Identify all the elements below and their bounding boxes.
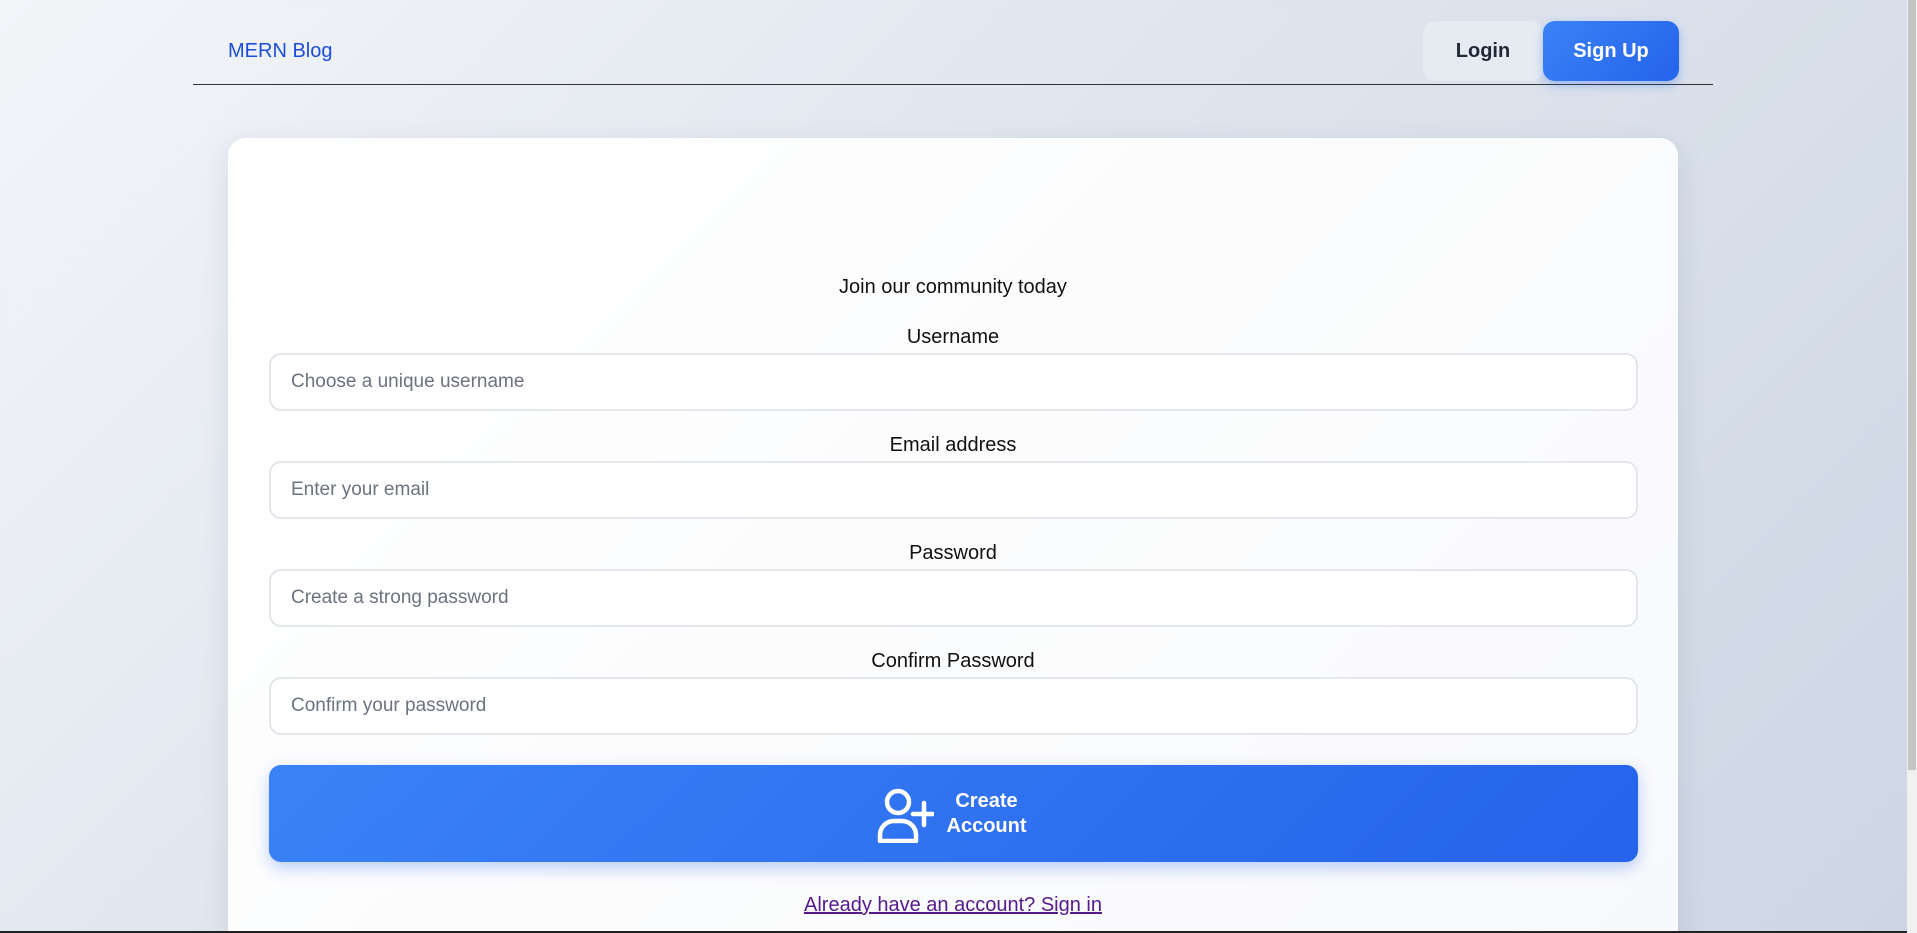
user-plus-icon (877, 788, 934, 843)
confirm-password-label: Confirm Password (871, 650, 1035, 672)
signup-card: Join our community today Username Email … (228, 138, 1678, 933)
scrollbar-thumb[interactable] (1908, 0, 1916, 770)
signup-button[interactable]: Sign Up (1543, 21, 1679, 81)
signin-link-row: Already have an account? Sign in (228, 894, 1678, 917)
nav-actions: Login Sign Up (1423, 21, 1679, 81)
username-input[interactable] (269, 353, 1638, 411)
confirm-password-input[interactable] (269, 677, 1638, 735)
login-button[interactable]: Login (1423, 21, 1543, 81)
email-input[interactable] (269, 461, 1638, 519)
email-label: Email address (889, 434, 1017, 456)
create-account-button[interactable]: Create Account (269, 765, 1638, 862)
create-account-label: Create Account (946, 789, 1027, 837)
form-subtitle: Join our community today (839, 276, 1067, 298)
scrollbar[interactable] (1907, 0, 1917, 933)
brand-link[interactable]: MERN Blog (228, 40, 332, 63)
signin-link[interactable]: Already have an account? Sign in (804, 894, 1102, 916)
password-label: Password (909, 542, 997, 564)
navbar: MERN Blog Login Sign Up (193, 0, 1713, 85)
username-label: Username (906, 326, 1000, 348)
password-input[interactable] (269, 569, 1638, 627)
